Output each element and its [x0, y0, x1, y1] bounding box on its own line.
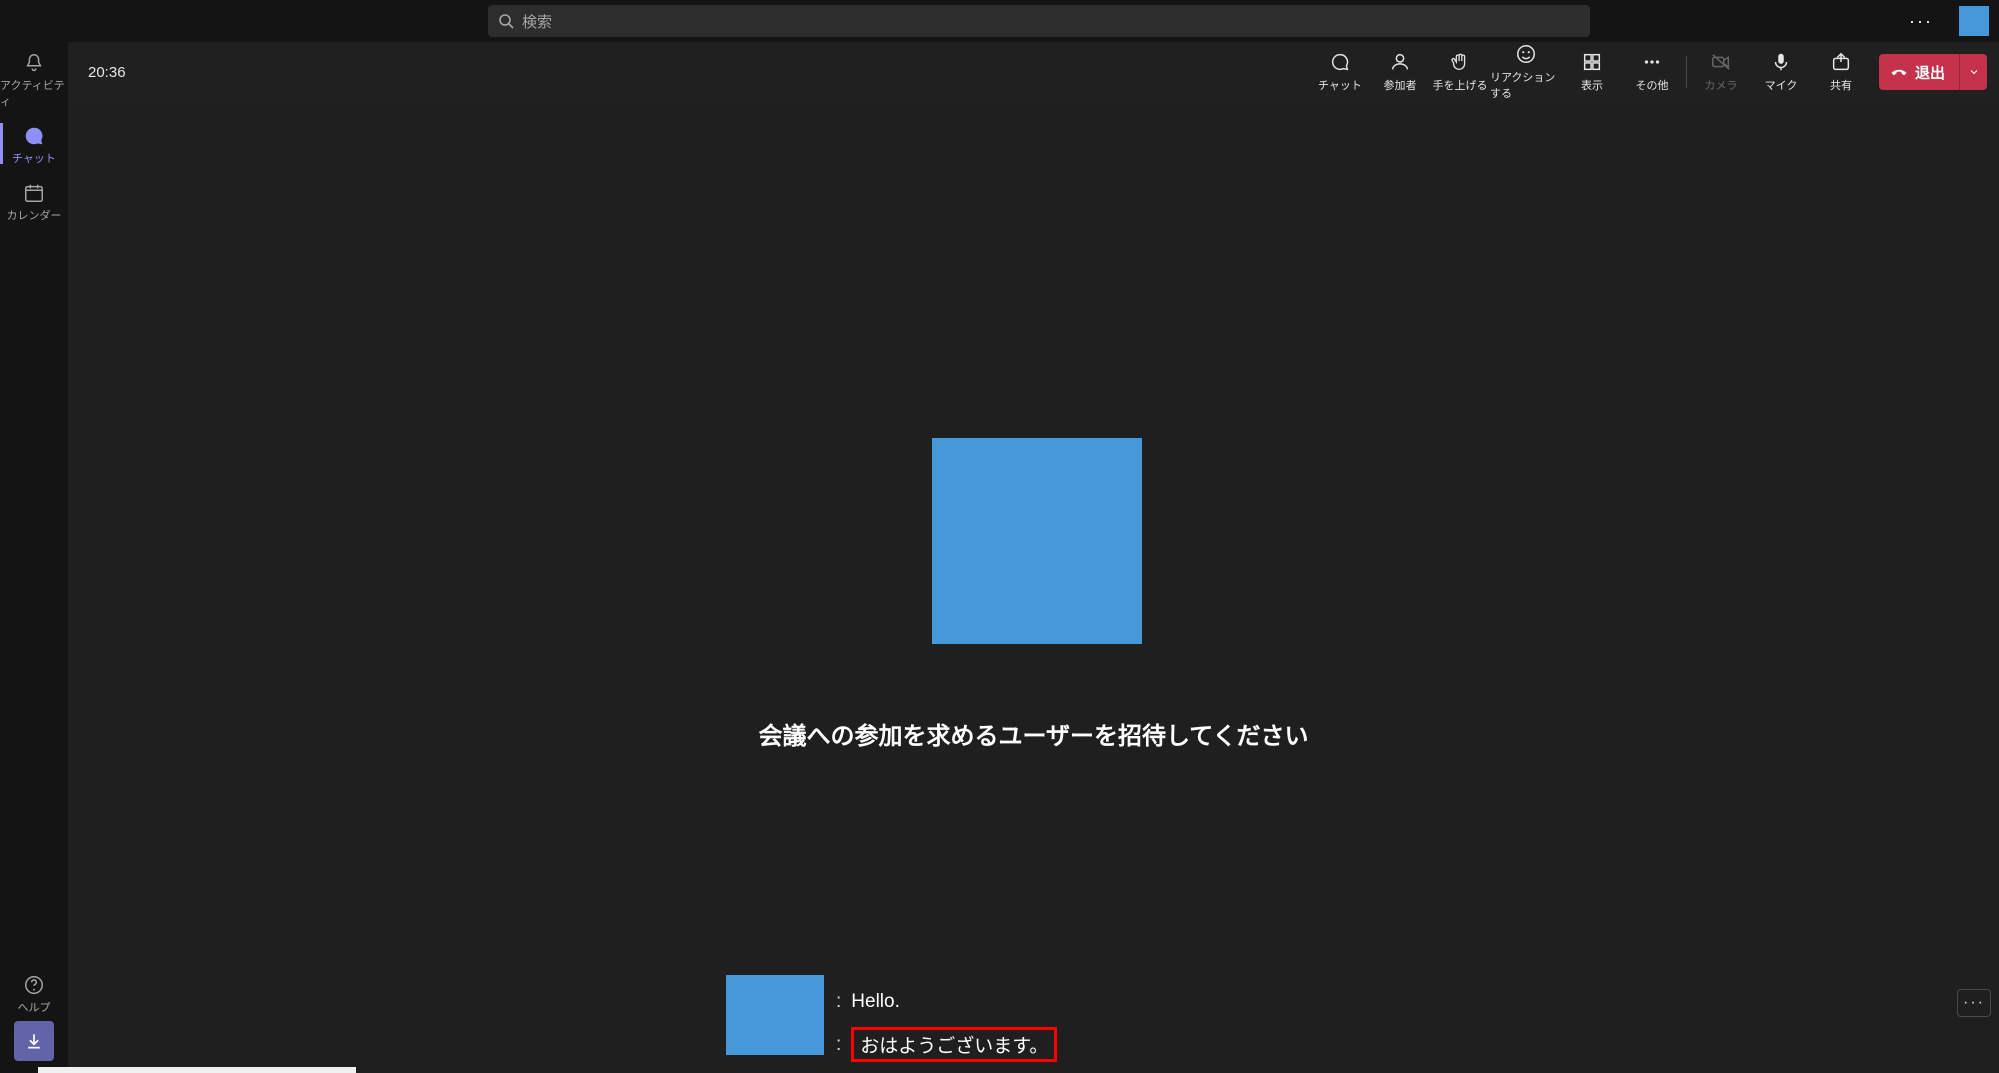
- meeting-timer: 20:36: [88, 64, 126, 81]
- search-icon: [498, 13, 514, 29]
- download-icon: [24, 1031, 44, 1051]
- taskbar-sliver: [38, 1067, 356, 1073]
- toolbar-label: その他: [1635, 77, 1668, 93]
- toolbar-more-button[interactable]: その他: [1622, 42, 1682, 102]
- titlebar-more-button[interactable]: ···: [1903, 0, 1939, 42]
- captions-panel: : Hello. : おはようございます。: [726, 975, 1057, 1062]
- participant-avatar-large: [932, 438, 1142, 644]
- rail-item-activity[interactable]: アクティビティ: [0, 42, 68, 115]
- rail-item-help[interactable]: ヘルプ: [0, 964, 68, 1021]
- rail-item-calendar[interactable]: カレンダー: [0, 172, 68, 229]
- toolbar-separator: [1686, 56, 1687, 88]
- toolbar-label: 共有: [1830, 77, 1852, 93]
- search-placeholder: 検索: [522, 11, 552, 32]
- toolbar-share-button[interactable]: 共有: [1811, 42, 1871, 102]
- caption-text: Hello.: [851, 991, 900, 1013]
- share-icon: [1830, 51, 1852, 73]
- toolbar-label: マイク: [1765, 77, 1798, 93]
- caption-separator: :: [836, 991, 841, 1013]
- rail-download-button[interactable]: [14, 1021, 54, 1061]
- app-rail: アクティビティ チャット カレンダー ヘルプ: [0, 42, 68, 1073]
- chat-icon: [23, 125, 45, 147]
- rail-label: アクティビティ: [0, 77, 68, 109]
- more-icon: [1641, 51, 1663, 73]
- toolbar-label: 参加者: [1383, 77, 1416, 93]
- search-input[interactable]: 検索: [488, 5, 1590, 37]
- hand-icon: [1449, 51, 1471, 73]
- toolbar-label: チャット: [1318, 77, 1362, 93]
- invite-message: 会議への参加を求めるユーザーを招待してください: [68, 716, 1999, 751]
- current-user-avatar[interactable]: [1959, 6, 1989, 36]
- caption-line: : おはようございます。: [836, 1027, 1057, 1062]
- toolbar-label: 表示: [1581, 77, 1603, 93]
- caption-separator: :: [836, 1034, 841, 1056]
- people-icon: [1389, 51, 1411, 73]
- camera-off-icon: [1710, 51, 1732, 73]
- calendar-icon: [23, 182, 45, 204]
- toolbar-label: リアクションする: [1490, 69, 1562, 101]
- toolbar-people-button[interactable]: 参加者: [1370, 42, 1430, 102]
- toolbar-camera-button[interactable]: カメラ: [1691, 42, 1751, 102]
- toolbar-view-button[interactable]: 表示: [1562, 42, 1622, 102]
- mic-icon: [1770, 51, 1792, 73]
- meeting-toolbar: 20:36 チャット 参加者 手を上げる リアクションする: [68, 42, 1999, 102]
- emoji-icon: [1515, 43, 1537, 65]
- toolbar-mic-button[interactable]: マイク: [1751, 42, 1811, 102]
- caption-line: : Hello.: [836, 991, 1057, 1013]
- hangup-icon: [1889, 62, 1909, 82]
- meeting-stage: 会議への参加を求めるユーザーを招待してください : Hello. : おはようご…: [68, 102, 1999, 1073]
- stage-more-button[interactable]: ···: [1957, 989, 1991, 1017]
- toolbar-chat-button[interactable]: チャット: [1310, 42, 1370, 102]
- caption-text-highlighted: おはようございます。: [851, 1027, 1057, 1062]
- chat-icon: [1329, 51, 1351, 73]
- toolbar-react-button[interactable]: リアクションする: [1490, 42, 1562, 102]
- caption-speaker-avatar: [726, 975, 824, 1055]
- toolbar-label: 手を上げる: [1432, 77, 1487, 93]
- leave-dropdown[interactable]: [1959, 54, 1987, 90]
- chevron-down-icon: [1968, 66, 1980, 78]
- leave-button[interactable]: 退出: [1879, 54, 1987, 90]
- leave-label: 退出: [1915, 62, 1945, 83]
- toolbar-raisehand-button[interactable]: 手を上げる: [1430, 42, 1490, 102]
- rail-item-chat[interactable]: チャット: [0, 115, 68, 172]
- bell-icon: [23, 52, 45, 74]
- rail-label: カレンダー: [7, 207, 62, 223]
- rail-label: チャット: [12, 150, 56, 166]
- grid-icon: [1581, 51, 1603, 73]
- title-bar: 検索 ···: [0, 0, 1999, 42]
- toolbar-label: カメラ: [1704, 77, 1737, 93]
- leave-main[interactable]: 退出: [1879, 54, 1959, 90]
- rail-label: ヘルプ: [18, 999, 51, 1015]
- help-icon: [23, 974, 45, 996]
